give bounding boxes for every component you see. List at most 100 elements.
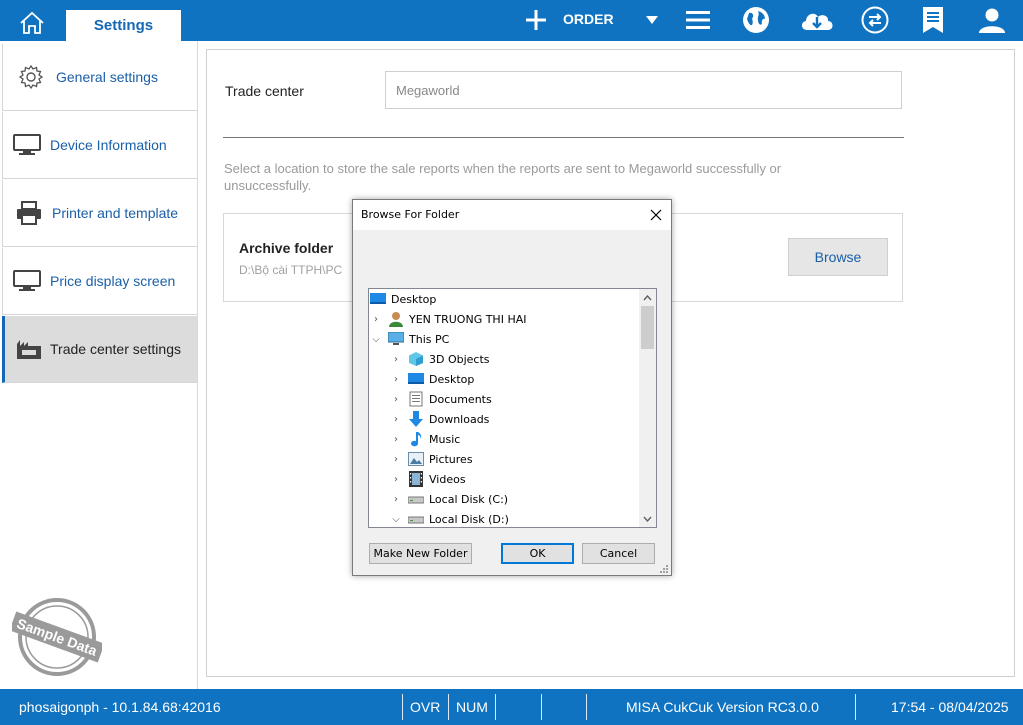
tree-item-label: This PC bbox=[409, 332, 450, 346]
report-icon bbox=[923, 7, 943, 33]
resize-grip-icon[interactable] bbox=[659, 564, 669, 574]
sidebar-item-label: Printer and template bbox=[52, 205, 179, 221]
expand-chevron-icon[interactable]: › bbox=[390, 354, 402, 365]
dropdown-caret-icon bbox=[646, 16, 658, 24]
tree-item-documents[interactable]: › Documents bbox=[390, 389, 492, 409]
dialog-close-button[interactable] bbox=[641, 202, 671, 228]
tree-item-label: YEN TRUONG THI HAI bbox=[409, 312, 527, 326]
tree-item-this-pc[interactable]: ⌵ This PC bbox=[370, 329, 449, 349]
tree-item-label: Downloads bbox=[429, 412, 490, 426]
browse-button[interactable]: Browse bbox=[788, 238, 888, 276]
archive-folder-title: Archive folder bbox=[239, 240, 334, 256]
report-button[interactable] bbox=[920, 4, 946, 36]
gear-icon bbox=[18, 64, 44, 90]
scroll-down-arrow-icon[interactable] bbox=[639, 510, 656, 527]
tree-item-local-disk-c[interactable]: › Local Disk (C:) bbox=[390, 489, 508, 509]
dialog-title: Browse For Folder bbox=[361, 208, 460, 221]
expand-chevron-icon[interactable]: › bbox=[390, 374, 402, 385]
sidebar-item-device-information[interactable]: Device Information bbox=[2, 112, 197, 179]
folder-tree[interactable]: Desktop › YEN TRUONG THI HAI ⌵ This PC › bbox=[368, 288, 657, 528]
globe-button[interactable] bbox=[740, 4, 772, 36]
disk-icon bbox=[408, 496, 424, 504]
expand-chevron-icon[interactable]: › bbox=[390, 454, 402, 465]
monitor-icon bbox=[13, 270, 41, 291]
connection-status: phosaigonph - 10.1.84.68:42016 bbox=[19, 699, 221, 715]
tree-item-label: Local Disk (C:) bbox=[429, 492, 509, 506]
sidebar-item-trade-center-settings[interactable]: Trade center settings bbox=[2, 316, 197, 383]
tree-item-music[interactable]: › Music bbox=[390, 429, 460, 449]
tree-item-3d-objects[interactable]: › 3D Objects bbox=[390, 349, 490, 369]
desktop-icon bbox=[370, 293, 386, 304]
sync-button[interactable] bbox=[860, 4, 890, 36]
settings-sidebar: General settings Device Information Prin… bbox=[0, 41, 198, 689]
expand-chevron-icon[interactable]: › bbox=[390, 434, 402, 445]
section-divider bbox=[223, 137, 904, 138]
expand-chevron-icon[interactable]: › bbox=[390, 414, 402, 425]
tree-item-videos[interactable]: › Videos bbox=[390, 469, 466, 489]
desktop-icon bbox=[408, 373, 424, 384]
sidebar-item-price-display-screen[interactable]: Price display screen bbox=[2, 248, 197, 315]
expand-chevron-icon[interactable]: › bbox=[370, 314, 382, 325]
scrollbar-thumb[interactable] bbox=[641, 306, 654, 349]
status-separator bbox=[448, 694, 449, 720]
pictures-icon bbox=[408, 452, 424, 466]
globe-icon bbox=[743, 7, 769, 33]
plus-icon bbox=[526, 10, 546, 30]
sidebar-item-label: Device Information bbox=[50, 137, 167, 153]
printer-icon bbox=[17, 201, 41, 225]
cloud-download-icon bbox=[801, 13, 833, 30]
order-label[interactable]: ORDER bbox=[563, 11, 614, 27]
tree-item-label: Music bbox=[429, 432, 461, 446]
trade-center-field[interactable]: Megaworld bbox=[385, 71, 902, 109]
cloud-download-button[interactable] bbox=[798, 4, 836, 36]
tab-settings[interactable]: Settings bbox=[66, 10, 181, 41]
tree-item-pictures[interactable]: › Pictures bbox=[390, 449, 473, 469]
cancel-button[interactable]: Cancel bbox=[582, 543, 655, 564]
mall-icon bbox=[17, 340, 41, 359]
browse-for-folder-dialog: Browse For Folder Desktop › YEN TRUONG T… bbox=[352, 199, 672, 576]
tree-item-downloads[interactable]: › Downloads bbox=[390, 409, 489, 429]
user-button[interactable] bbox=[977, 4, 1007, 36]
status-separator bbox=[586, 694, 587, 720]
sidebar-item-label: Price display screen bbox=[50, 273, 176, 289]
status-separator bbox=[402, 694, 403, 720]
home-icon bbox=[20, 11, 44, 34]
menu-icon bbox=[686, 11, 710, 29]
sample-data-stamp: Sample Data bbox=[12, 598, 102, 676]
downloads-icon bbox=[409, 411, 423, 427]
sidebar-item-label: General settings bbox=[56, 69, 158, 85]
videos-icon bbox=[409, 471, 423, 487]
home-button[interactable] bbox=[10, 7, 54, 39]
collapse-chevron-icon[interactable]: ⌵ bbox=[390, 514, 402, 525]
tree-item-local-disk-d[interactable]: ⌵ Local Disk (D:) bbox=[390, 509, 509, 527]
close-icon bbox=[650, 209, 662, 221]
order-dropdown-button[interactable] bbox=[642, 4, 662, 36]
menu-button[interactable] bbox=[684, 4, 712, 36]
tree-scrollbar[interactable] bbox=[639, 289, 656, 527]
app-window: Settings ORDER General settings Device I… bbox=[0, 0, 1023, 725]
dialog-titlebar[interactable]: Browse For Folder bbox=[353, 200, 671, 230]
documents-icon bbox=[409, 391, 423, 407]
tree-item-desktop-root[interactable]: Desktop bbox=[370, 289, 436, 309]
status-bar: phosaigonph - 10.1.84.68:42016 OVR NUM M… bbox=[0, 689, 1023, 725]
tree-item-user[interactable]: › YEN TRUONG THI HAI bbox=[370, 309, 527, 329]
num-indicator: NUM bbox=[456, 699, 488, 715]
tree-item-desktop[interactable]: › Desktop bbox=[390, 369, 474, 389]
expand-chevron-icon[interactable]: › bbox=[390, 474, 402, 485]
make-new-folder-button[interactable]: Make New Folder bbox=[369, 543, 472, 564]
archive-description: Select a location to store the sale repo… bbox=[224, 161, 782, 193]
add-order-button[interactable] bbox=[522, 4, 550, 36]
collapse-chevron-icon[interactable]: ⌵ bbox=[370, 334, 382, 345]
status-separator bbox=[855, 694, 856, 720]
user-folder-icon bbox=[389, 312, 403, 327]
sidebar-item-label: Trade center settings bbox=[50, 341, 181, 357]
expand-chevron-icon[interactable]: › bbox=[390, 494, 402, 505]
sidebar-item-general-settings[interactable]: General settings bbox=[2, 44, 197, 111]
sidebar-item-printer-and-template[interactable]: Printer and template bbox=[2, 180, 197, 247]
ok-button[interactable]: OK bbox=[501, 543, 574, 564]
tree-item-label: Desktop bbox=[391, 292, 437, 306]
expand-chevron-icon[interactable]: › bbox=[390, 394, 402, 405]
tree-item-label: Pictures bbox=[429, 452, 473, 466]
user-icon bbox=[979, 8, 1005, 33]
scroll-up-arrow-icon[interactable] bbox=[639, 289, 656, 306]
